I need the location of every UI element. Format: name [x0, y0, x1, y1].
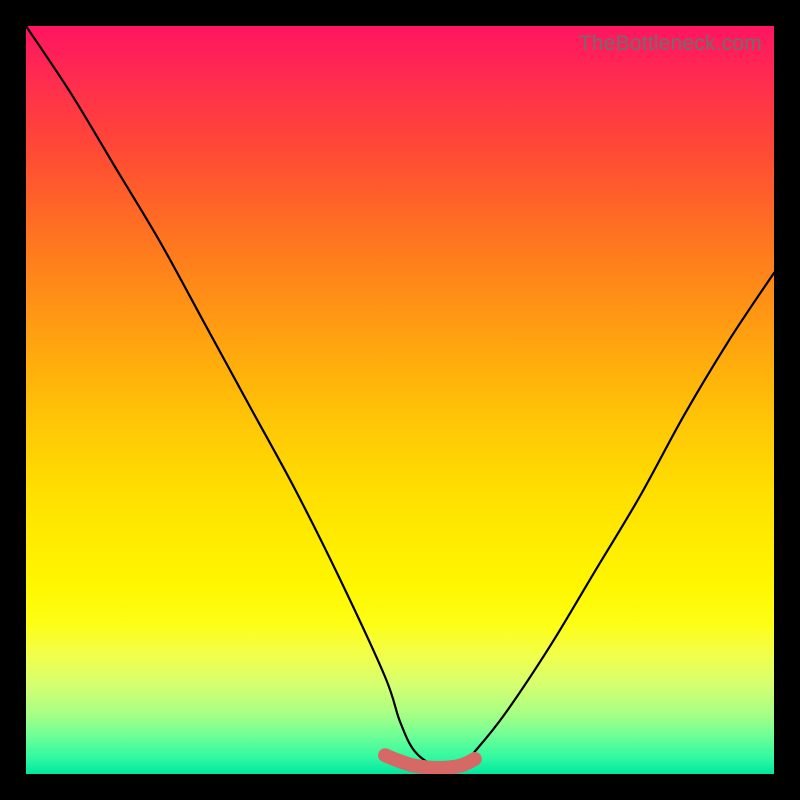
optimal-range-curve: [385, 755, 475, 768]
bottleneck-curve: [26, 26, 774, 768]
curve-svg: [26, 26, 774, 774]
watermark-label: TheBottleneck.com: [579, 32, 762, 56]
chart-frame: TheBottleneck.com: [0, 0, 800, 800]
plot-area: TheBottleneck.com: [26, 26, 774, 774]
